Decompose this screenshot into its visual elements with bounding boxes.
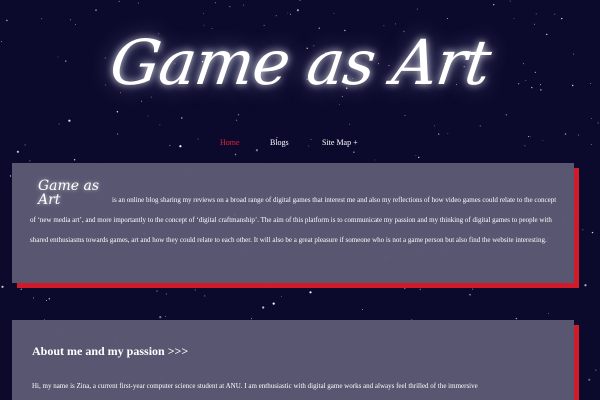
star — [590, 118, 592, 119]
star — [68, 119, 71, 122]
nav-blogs-link[interactable]: Blogs — [270, 138, 289, 147]
star — [118, 0, 120, 2]
star — [281, 295, 283, 297]
star — [296, 9, 299, 12]
intro-paragraph: Game as Art is an online blog sharing my … — [30, 179, 560, 250]
star — [73, 159, 76, 161]
star — [349, 123, 351, 125]
star — [194, 289, 196, 291]
star — [419, 288, 421, 291]
star — [9, 175, 12, 177]
star — [165, 293, 167, 295]
star — [299, 284, 301, 286]
star — [32, 297, 34, 299]
star — [595, 369, 597, 371]
star — [299, 0, 301, 1]
star — [1, 285, 4, 288]
star — [527, 136, 529, 138]
star — [214, 2, 216, 4]
star — [529, 135, 531, 137]
star — [181, 117, 183, 119]
star — [597, 122, 599, 124]
star — [46, 300, 48, 301]
nav-home-link[interactable]: Home — [220, 138, 240, 147]
star — [239, 284, 240, 286]
star — [415, 154, 417, 156]
star — [404, 114, 406, 116]
inline-logo: Game as Art — [38, 178, 100, 208]
star — [505, 114, 508, 116]
star — [578, 134, 580, 136]
star — [407, 284, 409, 287]
star — [48, 298, 51, 300]
star — [116, 111, 119, 113]
star — [20, 288, 22, 290]
star — [472, 288, 474, 290]
star — [305, 284, 308, 287]
star — [62, 284, 65, 286]
star — [117, 133, 119, 135]
star — [447, 133, 449, 135]
star — [243, 4, 245, 6]
intro-card: Game as Art is an online blog sharing my … — [12, 163, 574, 283]
star — [272, 302, 275, 305]
star — [275, 15, 277, 17]
star — [203, 13, 204, 15]
star — [289, 13, 291, 15]
star — [309, 291, 312, 294]
star — [404, 287, 406, 290]
star — [159, 316, 162, 319]
star — [582, 229, 584, 231]
nav-site-map-link[interactable]: Site Map + — [322, 138, 358, 147]
star — [95, 9, 97, 11]
star — [416, 8, 418, 10]
star — [479, 125, 481, 127]
star — [548, 313, 549, 314]
star — [229, 6, 231, 8]
star — [434, 125, 436, 127]
star — [564, 133, 567, 135]
star — [469, 294, 471, 296]
star — [251, 318, 252, 320]
star — [237, 114, 240, 116]
star — [333, 12, 335, 14]
star — [591, 231, 594, 234]
star — [554, 13, 556, 15]
about-card: About me and my passion >>> Hi, my name … — [12, 320, 574, 400]
star — [156, 290, 158, 292]
star — [204, 295, 206, 297]
star — [234, 153, 237, 156]
star — [588, 378, 591, 381]
star — [584, 284, 587, 287]
star — [58, 123, 60, 125]
star — [576, 231, 579, 234]
star — [509, 0, 511, 2]
star — [147, 115, 149, 117]
site-logo-text: Game as Art — [105, 26, 495, 99]
star — [164, 315, 166, 317]
star — [29, 160, 31, 162]
star — [287, 12, 289, 14]
star — [493, 3, 495, 6]
star — [374, 159, 376, 161]
about-paragraph: Hi, my name is Zina, a current first-yea… — [32, 382, 478, 390]
star — [438, 133, 440, 135]
star — [235, 119, 238, 122]
star — [137, 2, 139, 4]
about-heading: About me and my passion >>> — [32, 344, 189, 358]
main-nav: Home Blogs Site Map + — [0, 138, 600, 154]
star — [535, 13, 537, 15]
star — [362, 309, 364, 311]
site-logo[interactable]: Game as Art — [0, 18, 600, 108]
star — [159, 124, 161, 126]
star — [262, 306, 265, 309]
star — [418, 156, 420, 159]
